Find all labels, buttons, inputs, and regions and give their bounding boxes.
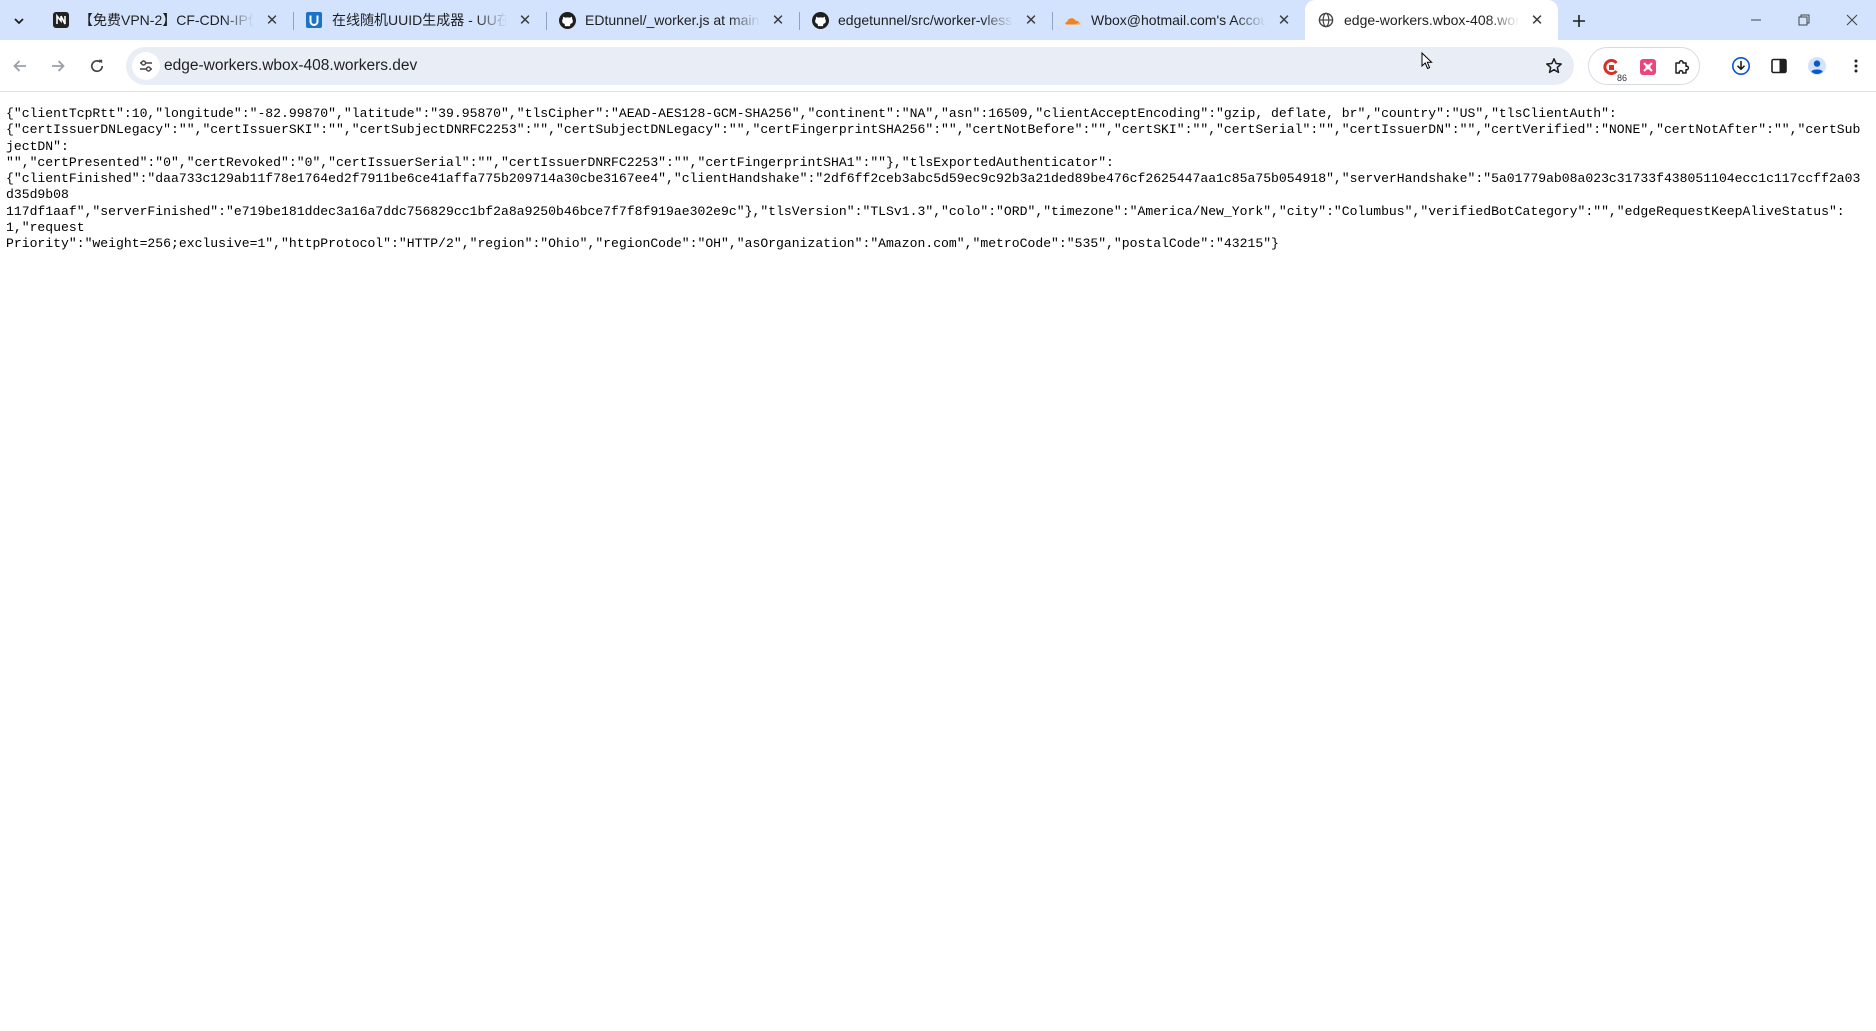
extension-1-button[interactable]: 86 [1598, 54, 1628, 83]
close-icon[interactable]: ✕ [769, 11, 787, 29]
close-icon[interactable]: ✕ [516, 11, 534, 29]
back-button[interactable] [7, 53, 33, 79]
bookmark-button[interactable] [1542, 54, 1566, 78]
cloudflare-icon [1064, 11, 1082, 29]
tab-edgetunnel[interactable]: edgetunnel/src/worker-vless.js ✕ [799, 0, 1052, 40]
chevron-down-icon [14, 18, 24, 25]
tab-edge-workers[interactable]: edge-workers.wbox-408.workers.dev ✕ [1305, 0, 1558, 40]
avatar-icon [1808, 57, 1826, 75]
more-vert-icon [1854, 59, 1858, 73]
minimize-icon [1751, 19, 1761, 21]
star-icon [1546, 58, 1562, 74]
close-icon[interactable]: ✕ [1275, 11, 1293, 29]
restore-icon [1798, 14, 1810, 26]
restore-button[interactable] [1780, 0, 1828, 40]
page-content: {"clientTcpRtt":10,"longitude":"-82.9987… [0, 92, 1876, 1031]
profile-button[interactable] [1804, 53, 1830, 79]
tab-title: edgetunnel/src/worker-vless.js [838, 12, 1013, 28]
download-icon [1732, 57, 1750, 75]
minimize-button[interactable] [1732, 0, 1780, 40]
side-panel-button[interactable] [1766, 53, 1792, 79]
globe-icon [1317, 11, 1335, 29]
close-icon [1846, 14, 1858, 26]
tab-vpn[interactable]: 【免费VPN-2】CF-CDN-IP优选 ✕ [40, 0, 293, 40]
pink-extension-icon [1640, 59, 1656, 75]
tab-title: EDtunnel/_worker.js at main [585, 12, 760, 28]
side-panel-icon [1771, 58, 1787, 74]
tab-strip: 【免费VPN-2】CF-CDN-IP优选 ✕ 在线随机UUID生成器 - UU在… [0, 0, 1876, 40]
json-response-text: {"clientTcpRtt":10,"longitude":"-82.9987… [6, 106, 1861, 252]
tab-uuid[interactable]: 在线随机UUID生成器 - UU在线工具 ✕ [293, 0, 546, 40]
close-icon[interactable]: ✕ [1528, 11, 1546, 29]
puzzle-icon [1675, 60, 1690, 74]
url-text: edge-workers.wbox-408.workers.dev [164, 57, 418, 74]
browser-menu-button[interactable] [1843, 53, 1869, 79]
github-icon [558, 11, 576, 29]
tab-search-button[interactable] [6, 8, 32, 34]
close-icon[interactable]: ✕ [263, 11, 281, 29]
downloads-button[interactable] [1728, 53, 1754, 79]
reload-button[interactable] [84, 53, 110, 79]
tab-title: edge-workers.wbox-408.workers.dev [1344, 12, 1519, 28]
new-tab-button[interactable] [1566, 8, 1592, 34]
uu-icon [305, 11, 323, 29]
extension-badge: 86 [1615, 73, 1628, 83]
tab-cloudflare-account[interactable]: Wbox@hotmail.com's Account ✕ [1052, 0, 1305, 40]
github-icon [811, 11, 829, 29]
forward-button[interactable] [45, 53, 71, 79]
arrow-left-icon [13, 60, 26, 72]
close-window-button[interactable] [1828, 0, 1876, 40]
extensions-menu-button[interactable] [1669, 54, 1695, 80]
tab-edtunnel[interactable]: EDtunnel/_worker.js at main ✕ [546, 0, 799, 40]
browser-toolbar: edge-workers.wbox-408.workers.dev 86 [0, 40, 1876, 92]
reload-icon [90, 59, 104, 73]
address-bar[interactable]: edge-workers.wbox-408.workers.dev [126, 47, 1574, 85]
mouse-cursor-icon [1421, 52, 1433, 70]
tab-title: 【免费VPN-2】CF-CDN-IP优选 [79, 12, 254, 28]
tab-title: Wbox@hotmail.com's Account [1091, 12, 1266, 28]
site-info-button[interactable] [132, 52, 160, 80]
browser-window: 【免费VPN-2】CF-CDN-IP优选 ✕ 在线随机UUID生成器 - UU在… [0, 0, 1876, 1031]
arrow-right-icon [52, 60, 65, 72]
site-n-icon [52, 11, 70, 29]
tune-icon [140, 60, 152, 72]
extensions-group: 86 [1588, 47, 1700, 85]
close-icon[interactable]: ✕ [1022, 11, 1040, 29]
tab-list: 【免费VPN-2】CF-CDN-IP优选 ✕ 在线随机UUID生成器 - UU在… [40, 0, 1558, 40]
extension-2-button[interactable] [1635, 54, 1661, 80]
tab-title: 在线随机UUID生成器 - UU在线工具 [332, 12, 507, 28]
plus-icon [1573, 15, 1585, 27]
